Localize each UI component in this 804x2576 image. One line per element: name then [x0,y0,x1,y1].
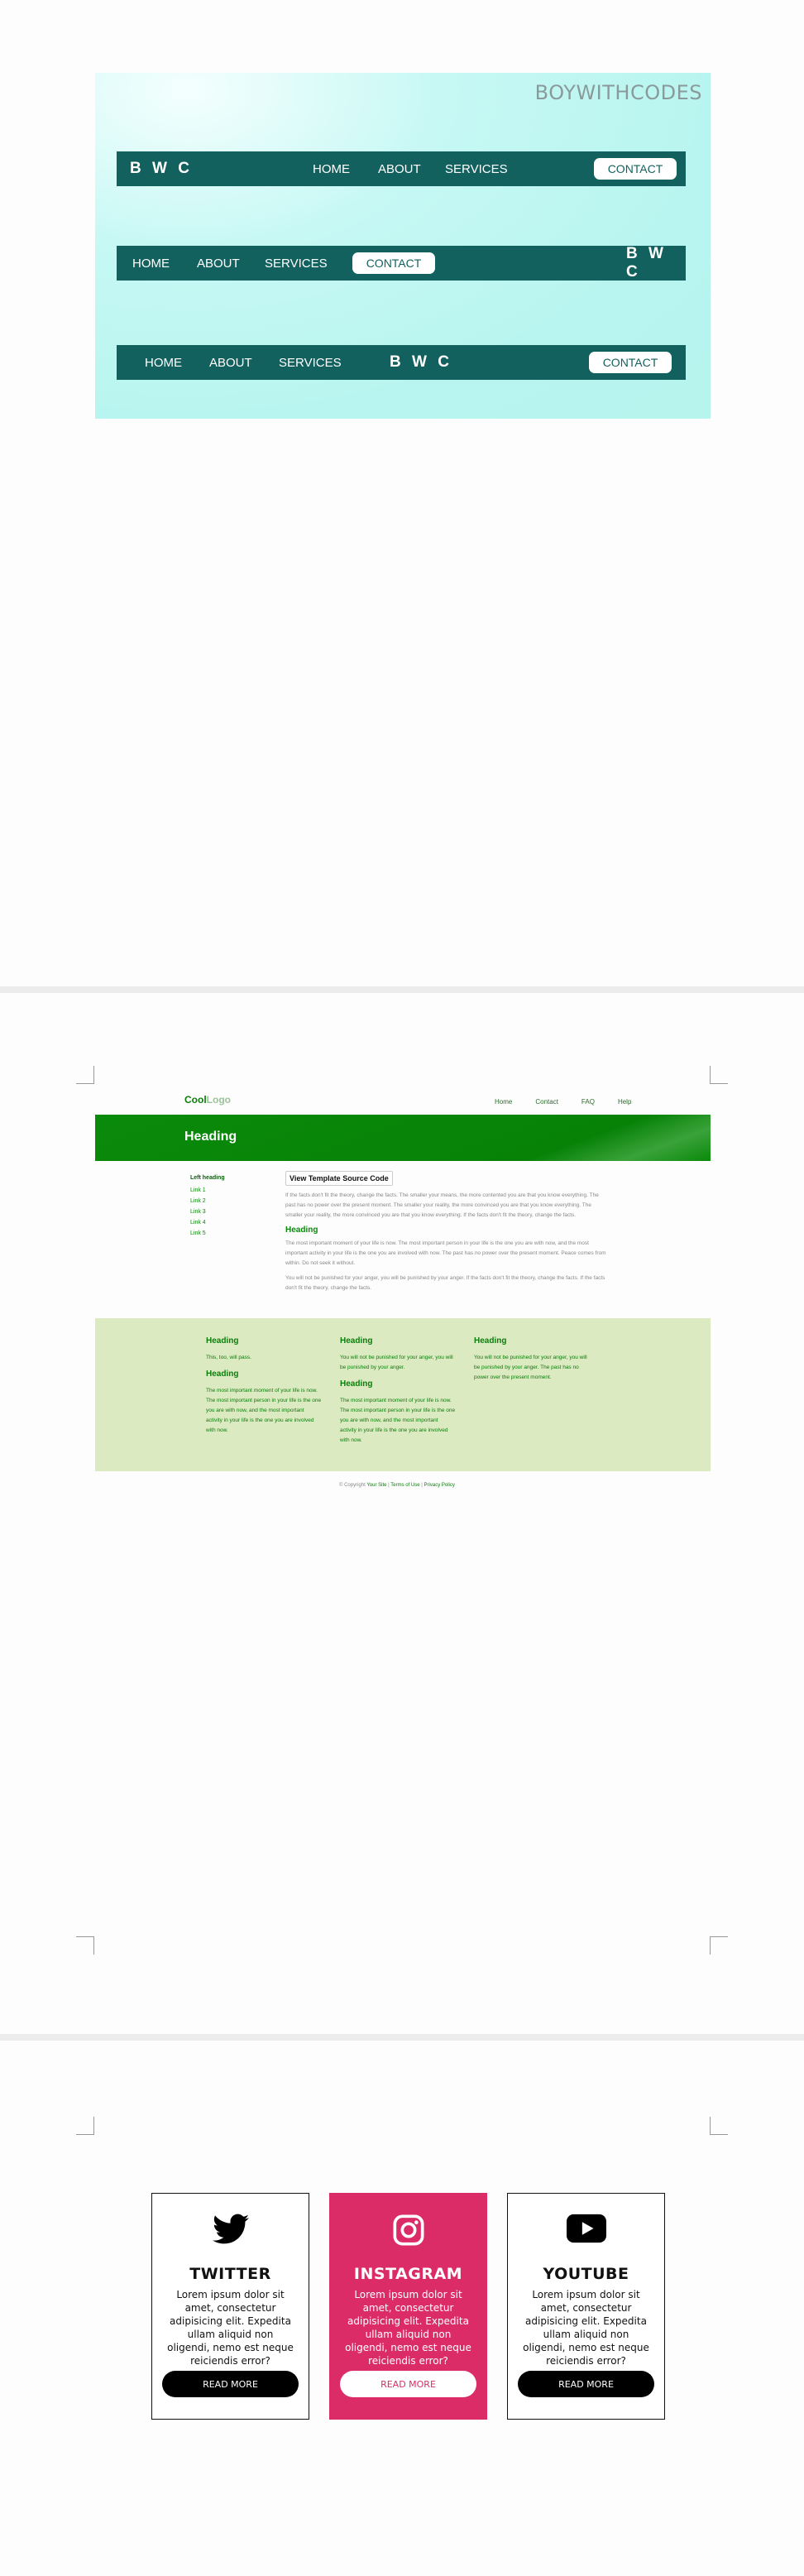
twitter-icon [152,2214,309,2250]
youtube-icon [508,2214,664,2250]
left-link-5[interactable]: Link 5 [190,1230,225,1236]
left-sidebar: Left heading Link 1 Link 2 Link 3 Link 4… [190,1175,225,1241]
contact-button[interactable]: CONTACT [594,158,677,180]
read-more-button[interactable]: READ MORE [162,2371,299,2397]
crop-mark [76,1936,94,1955]
hero-band: Heading [95,1115,711,1161]
social-card-instagram: INSTAGRAM Lorem ipsum dolor sit amet, co… [329,2193,487,2420]
hero-heading: Heading [184,1130,237,1144]
top-link-home[interactable]: Home [495,1098,512,1106]
footer-heading: Heading [474,1336,507,1346]
footer-text: The most important moment of your life i… [206,1388,322,1433]
top-link-faq[interactable]: FAQ [581,1098,595,1106]
brand-watermark: BOYWITHCODES [534,81,702,104]
footer-link-privacy[interactable]: Privacy Policy [424,1483,455,1488]
crop-mark [76,2117,94,2135]
footer-text: You will not be punished for your anger,… [474,1355,587,1380]
navbar-logo-right: HOME ABOUT SERVICES CONTACT B W C [117,245,686,281]
nav-link-home[interactable]: HOME [313,162,350,176]
instagram-icon [330,2214,486,2250]
paragraph: The most important moment of your life i… [285,1240,606,1266]
nav-link-services[interactable]: SERVICES [279,356,342,370]
navbar-logo-center: HOME ABOUT SERVICES B W C CONTACT [117,345,686,380]
logo-part-logo: Logo [206,1094,231,1106]
copyright-line: © Copyright Your Site | Terms of Use | P… [339,1483,455,1488]
card-description: Lorem ipsum dolor sit amet, consectetur … [345,2289,471,2367]
footer-heading: Heading [340,1336,373,1346]
page-social-cards: TWITTER Lorem ipsum dolor sit amet, cons… [0,2041,804,2576]
top-nav: Home Contact FAQ Help [495,1098,631,1106]
crop-mark [710,1936,728,1955]
footer-link-terms[interactable]: Terms of Use [390,1483,419,1488]
social-card-youtube: YOUTUBE Lorem ipsum dolor sit amet, cons… [507,2193,665,2420]
top-link-contact[interactable]: Contact [535,1098,558,1106]
contact-button[interactable]: CONTACT [589,352,672,373]
logo-part-cool: Cool [184,1094,207,1106]
left-link-4[interactable]: Link 4 [190,1220,225,1226]
paragraph: If the facts don't fit the theory, chang… [285,1192,599,1218]
page-separator [0,986,804,993]
social-card-twitter: TWITTER Lorem ipsum dolor sit amet, cons… [151,2193,309,2420]
left-link-2[interactable]: Link 2 [190,1198,225,1204]
page-cool-logo-template: CoolLogo Home Contact FAQ Help Heading L… [0,993,804,2034]
footer-text: You will not be punished for your anger,… [340,1355,453,1370]
footer-heading: Heading [340,1379,373,1389]
footer-column-2: Heading You will not be punished for you… [340,1336,456,1452]
card-title: INSTAGRAM [353,2265,463,2283]
navbar-showcase-panel: BOYWITHCODES B W C HOME ABOUT SERVICES C… [95,73,711,419]
paragraph: You will not be punished for your anger,… [285,1275,605,1291]
page-navbar-demos: BOYWITHCODES B W C HOME ABOUT SERVICES C… [0,0,804,986]
nav-link-services[interactable]: SERVICES [265,257,328,271]
nav-link-services[interactable]: SERVICES [445,162,508,176]
logo[interactable]: B W C [130,160,193,178]
crop-mark [76,1066,94,1084]
content-heading: Heading [285,1226,318,1235]
crop-mark [710,1066,728,1084]
nav-link-home[interactable]: HOME [132,257,170,271]
read-more-button[interactable]: READ MORE [340,2371,476,2397]
nav-link-about[interactable]: ABOUT [378,162,421,176]
contact-button[interactable]: CONTACT [352,252,435,274]
card-title: YOUTUBE [543,2265,629,2283]
logo[interactable]: B W C [626,245,686,281]
nav-link-home[interactable]: HOME [145,356,182,370]
footer-column-3: Heading You will not be punished for you… [474,1336,590,1389]
card-title: TWITTER [189,2265,271,2283]
footer-column-1: Heading This, too, will pass. Heading Th… [206,1336,322,1442]
card-description: Lorem ipsum dolor sit amet, consectetur … [523,2289,649,2367]
site-logo[interactable]: CoolLogo [184,1094,231,1106]
nav-link-about[interactable]: ABOUT [197,257,240,271]
crop-mark [710,2117,728,2135]
left-heading: Left heading [190,1175,225,1181]
left-link-1[interactable]: Link 1 [190,1187,225,1193]
main-content: View Template Source Code If the facts d… [285,1171,610,1298]
top-link-help[interactable]: Help [618,1098,631,1106]
copyright-prefix: © Copyright [339,1483,366,1488]
left-link-3[interactable]: Link 3 [190,1209,225,1215]
logo[interactable]: B W C [390,353,452,372]
footer-link-site[interactable]: Your Site [366,1483,386,1488]
nav-link-about[interactable]: ABOUT [209,356,252,370]
read-more-button[interactable]: READ MORE [518,2371,654,2397]
footer-heading: Heading [206,1336,239,1346]
page-separator [0,2034,804,2041]
footer-heading: Heading [206,1370,239,1379]
footer-text: This, too, will pass. [206,1355,251,1360]
card-description: Lorem ipsum dolor sit amet, consectetur … [167,2289,294,2367]
navbar-logo-left: B W C HOME ABOUT SERVICES CONTACT [117,151,686,186]
footer-columns: Heading This, too, will pass. Heading Th… [95,1318,711,1471]
footer-text: The most important moment of your life i… [340,1398,456,1443]
view-source-button[interactable]: View Template Source Code [285,1171,393,1186]
